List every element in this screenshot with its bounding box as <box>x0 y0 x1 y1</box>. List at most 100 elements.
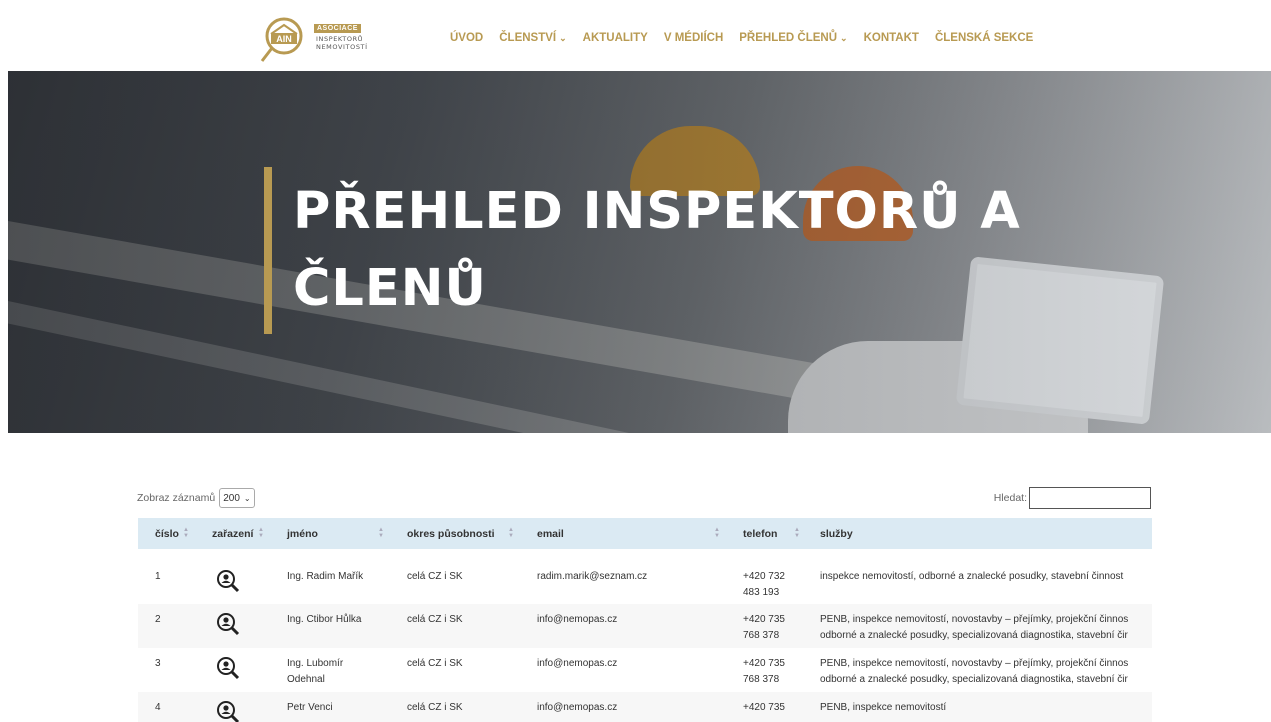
cell-text: Ing. Lubomír <box>287 658 344 669</box>
cell-cislo: 3 <box>155 658 161 669</box>
cell-okres: celá CZ i SK <box>407 702 463 713</box>
cell-okres: celá CZ i SK <box>407 614 463 625</box>
cell-cislo: 2 <box>155 614 161 625</box>
cell-okres: celá CZ i SK <box>407 658 463 669</box>
nav-item-v-mediich[interactable]: V MÉDIÍCH <box>664 32 723 44</box>
cell-text: +420 735 <box>743 702 785 713</box>
inspector-icon <box>216 569 240 599</box>
cell-zarazeni <box>195 648 270 692</box>
members-table: číslo ▲ ▼ zařazení ▲ ▼ jméno ▲ ▼ okres působno… <box>138 518 1152 722</box>
column-header-cislo[interactable]: číslo ▲ ▼ <box>138 518 195 549</box>
logo-mark-icon: AIN <box>260 17 303 62</box>
cell-sluzby: inspekce nemovitostí, odborné a znalecké… <box>806 561 1152 604</box>
table-row[interactable]: 4 Petr Venci celá CZ i SK info@nemopas.c… <box>138 692 1152 722</box>
cell-text: Odehnal <box>287 674 325 685</box>
nav-item-aktuality[interactable]: AKTUALITY <box>583 32 648 44</box>
svg-text:AIN: AIN <box>276 34 292 44</box>
cell-text: 768 378 <box>743 630 780 641</box>
table-row[interactable]: 1 Ing. Radim Mařík celá CZ i SK radim.ma… <box>138 561 1152 604</box>
table-row[interactable]: 2 Ing. Ctibor Hůlka celá CZ i SK info@ne… <box>138 604 1152 648</box>
cell-text: Ing. Ctibor Hůlka <box>287 614 362 625</box>
column-header-jmeno[interactable]: jméno ▲ ▼ <box>270 518 390 549</box>
cell-jmeno: Ing. Ctibor Hůlka <box>270 604 390 648</box>
chevron-down-icon: ⌄ <box>243 493 251 503</box>
cell-cislo: 4 <box>155 702 161 713</box>
nav-item-prehled-clenu[interactable]: PŘEHLED ČLENŮ ⌄ <box>739 32 847 44</box>
sort-icon: ▲ ▼ <box>794 527 800 539</box>
page-title: PŘEHLED INSPEKTORŮ A ČLENŮ <box>293 173 1093 327</box>
cell-cislo: 1 <box>155 571 161 582</box>
table-spacer <box>138 549 1152 561</box>
cell-telefon: +420 735 768 378 <box>726 648 806 692</box>
nav-label: PŘEHLED ČLENŮ <box>739 32 838 44</box>
table-search-control: Hledat: <box>994 487 1151 509</box>
cell-jmeno: Ing. Radim Mařík <box>270 561 390 604</box>
search-input[interactable] <box>1029 487 1151 509</box>
nav-item-kontakt[interactable]: KONTAKT <box>864 32 919 44</box>
page-title-line: PŘEHLED INSPEKTORŮ A <box>293 182 1021 241</box>
chevron-down-icon: ⌄ <box>559 33 567 43</box>
cell-text: odborné a znalecké posudky, specializova… <box>820 630 1128 641</box>
logo-text-line1: INSPEKTORŮ <box>316 35 364 43</box>
site-header: AIN ASOCIACE INSPEKTORŮ NEMOVITOSTÍ ÚVOD… <box>0 0 1271 71</box>
cell-okres: celá CZ i SK <box>407 571 463 582</box>
cell-text: 483 193 <box>743 587 780 598</box>
cell-zarazeni <box>195 604 270 648</box>
cell-sluzby: PENB, inspekce nemovitostí <box>806 692 1152 722</box>
column-header-label: telefon <box>743 527 778 540</box>
nav-label: V MÉDIÍCH <box>663 32 724 44</box>
column-header-telefon[interactable]: telefon ▲ ▼ <box>726 518 806 549</box>
nav-item-clenska-sekce[interactable]: ČLENSKÁ SEKCE <box>935 32 1033 44</box>
cell-text: Petr Venci <box>287 702 333 713</box>
logo-text-line2: NEMOVITOSTÍ <box>316 43 368 51</box>
cell-zarazeni <box>195 692 270 722</box>
cell-sluzby: PENB, inspekce nemovitostí, novostavby –… <box>806 604 1152 648</box>
cell-telefon: +420 735 <box>726 692 806 722</box>
cell-text: inspekce nemovitostí, odborné a znalecké… <box>820 571 1124 582</box>
column-header-okres[interactable]: okres působnosti ▲ ▼ <box>390 518 520 549</box>
cell-text: PENB, inspekce nemovitostí, novostavby –… <box>820 614 1129 625</box>
column-header-label: zařazení <box>212 527 254 540</box>
column-header-label: služby <box>820 527 853 540</box>
cell-text: Ing. Radim Mařík <box>287 571 364 582</box>
column-header-zarazeni[interactable]: zařazení ▲ ▼ <box>195 518 270 549</box>
cell-jmeno: Ing. Lubomír Odehnal <box>270 648 390 692</box>
inspector-icon <box>216 656 240 686</box>
column-header-label: okres působnosti <box>407 527 495 540</box>
cell-email[interactable]: info@nemopas.cz <box>520 648 726 692</box>
cell-text: odborné a znalecké posudky, specializova… <box>820 674 1128 685</box>
table-header: číslo ▲ ▼ zařazení ▲ ▼ jméno ▲ ▼ okres působno… <box>138 518 1152 549</box>
cell-jmeno: Petr Venci <box>270 692 390 722</box>
cell-text: PENB, inspekce nemovitostí, novostavby –… <box>820 658 1129 669</box>
chevron-down-icon: ⌄ <box>840 33 848 43</box>
length-select[interactable]: 200 ⌄ <box>219 488 255 508</box>
inspector-icon <box>216 612 240 642</box>
site-logo[interactable]: AIN ASOCIACE INSPEKTORŮ NEMOVITOSTÍ <box>258 14 378 64</box>
nav-label: KONTAKT <box>863 32 919 44</box>
cell-text: +420 735 <box>743 658 785 669</box>
column-header-email[interactable]: email ▲ ▼ <box>520 518 726 549</box>
cell-text: +420 732 <box>743 571 785 582</box>
nav-label: AKTUALITY <box>582 32 648 44</box>
cell-text: +420 735 <box>743 614 785 625</box>
sort-icon: ▲ ▼ <box>714 527 720 539</box>
cell-email[interactable]: info@nemopas.cz <box>520 604 726 648</box>
column-header-label: jméno <box>287 527 318 540</box>
nav-label: ÚVOD <box>450 32 484 44</box>
cell-email[interactable]: radim.marik@seznam.cz <box>520 561 726 604</box>
column-header-label: číslo <box>155 527 179 540</box>
nav-label: ČLENSTVÍ <box>499 32 557 44</box>
sort-icon: ▲ ▼ <box>183 527 189 539</box>
column-header-sluzby[interactable]: služby <box>806 518 1152 549</box>
sort-icon: ▲ ▼ <box>378 527 384 539</box>
cell-text: PENB, inspekce nemovitostí <box>820 702 947 713</box>
column-header-label: email <box>537 527 564 540</box>
nav-item-clenstvi[interactable]: ČLENSTVÍ ⌄ <box>499 32 566 44</box>
cell-telefon: +420 735 768 378 <box>726 604 806 648</box>
table-row[interactable]: 3 Ing. Lubomír Odehnal celá CZ i SK info@… <box>138 648 1152 692</box>
cell-email[interactable]: info@nemopas.cz <box>520 692 726 722</box>
hero-accent-bar <box>264 167 272 334</box>
nav-item-uvod[interactable]: ÚVOD <box>450 32 483 44</box>
cell-telefon: +420 732 483 193 <box>726 561 806 604</box>
nav-label: ČLENSKÁ SEKCE <box>934 32 1034 44</box>
